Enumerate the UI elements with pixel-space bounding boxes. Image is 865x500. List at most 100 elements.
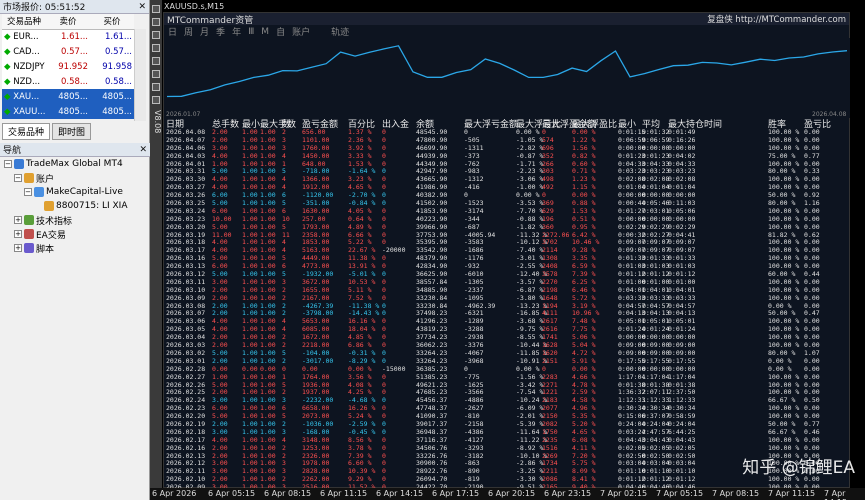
ask-cell: 91.958 — [102, 61, 132, 72]
period-menu-item[interactable]: 月 — [200, 25, 209, 38]
tree-item[interactable]: − 账户 — [4, 171, 150, 185]
navigator-tree: − TradeMax Global MT4− 账户 − MakeCapital-Live… — [0, 157, 150, 255]
period-menu-item[interactable]: 自 — [276, 25, 285, 38]
scripts-icon — [24, 243, 34, 253]
time-axis-label: 6 Apr 05:15 — [208, 489, 256, 498]
tab-symbols[interactable]: 交易品种 — [2, 123, 51, 140]
mtcommander-panel: MTCommander资管 复盘侠 http://MTCommander.com… — [163, 12, 850, 500]
indicators-icon — [24, 215, 34, 225]
panel-title: MTCommander资管 — [167, 15, 254, 26]
market-watch-table: 交易品种 卖价 买价 ◆ EUR... 1.61... 1.61... ◆ CAD... 0… — [2, 14, 134, 119]
tab-tick-chart[interactable]: 即时图 — [52, 123, 92, 140]
close-icon[interactable]: ✕ — [138, 2, 146, 12]
market-watch-col-1[interactable]: 卖价 — [46, 14, 90, 30]
channel-tool-icon[interactable] — [152, 70, 160, 78]
chart-window-title: XAUUSD.s,M15 — [164, 2, 225, 11]
time-axis-label: 6 Apr 23:15 — [544, 489, 592, 498]
panel-header: MTCommander资管 复盘侠 http://MTCommander.com — [164, 13, 849, 26]
market-watch-row[interactable]: ◆ XAUU... 4805... 4805... — [2, 104, 134, 119]
time-axis-label: 7 Apr 14:15 — [824, 489, 847, 500]
equity-chart-bg — [164, 38, 850, 118]
expand-toggle-icon[interactable]: − — [24, 188, 32, 196]
left-panel: 市场报价: 05:51:52 ✕ 交易品种 卖价 买价 ◆ EUR... 1.61..… — [0, 0, 150, 500]
market-watch-row[interactable]: ◆ EUR... 1.61... 1.61... — [2, 29, 134, 44]
tree-item-label: 脚本 — [36, 244, 55, 255]
symbol-cell: ◆ NZD... — [2, 74, 46, 89]
market-watch-row[interactable]: ◆ NZD... 0.58... 0.58... — [2, 74, 134, 89]
time-axis-label: 6 Apr 08:15 — [264, 489, 312, 498]
market-watch-tabs: 交易品种 即时图 — [2, 123, 92, 140]
panel-link[interactable]: 复盘侠 http://MTCommander.com — [707, 13, 846, 25]
market-watch-row[interactable]: ◆ CAD... 0.57... 0.57... — [2, 44, 134, 59]
time-axis-label: 6 Apr 14:15 — [376, 489, 424, 498]
period-menu-item[interactable]: 季 — [216, 25, 225, 38]
watermark: 知乎 @锦鲤EA — [742, 458, 855, 478]
period-menu-item[interactable]: 年 — [232, 25, 241, 38]
arrow-up-icon: ◆ — [4, 46, 11, 57]
expand-toggle-icon[interactable]: + — [14, 244, 22, 252]
symbol-cell: ◆ CAD... — [2, 44, 46, 59]
expand-toggle-icon[interactable]: − — [14, 174, 22, 182]
user-icon — [44, 201, 54, 211]
time-axis-label: 6 Apr 17:15 — [432, 489, 480, 498]
navigator-titlebar: 导航 ✕ — [0, 143, 150, 157]
symbol-cell: ◆ EUR... — [2, 29, 46, 44]
symbol-cell: ◆ XAUU... — [2, 104, 46, 119]
market-watch-title: 市场报价: 05:51:52 — [3, 3, 86, 13]
equity-curve-chart: 2026.01.07 2026.04.08 — [164, 38, 850, 118]
symbol-name: NZDJPY — [13, 61, 45, 72]
period-menu-item[interactable]: 周 — [184, 25, 193, 38]
crosshair-tool-icon[interactable] — [152, 18, 160, 26]
symbol-cell: ◆ NZDJPY — [2, 59, 46, 74]
period-menu-item[interactable]: 日 — [168, 25, 177, 38]
bid-cell: 4805... — [58, 91, 88, 102]
trend-tool-icon[interactable] — [152, 57, 160, 65]
period-menu-item[interactable]: 轨迹 — [331, 25, 349, 38]
symbol-name: XAUU... — [13, 106, 46, 117]
bid-cell: 91.952 — [58, 61, 88, 72]
stats-table-body: 2026.04.08 2.00 1.00 1.00 2 656.00 1.37 % 0 4854… — [164, 128, 850, 500]
symbol-name: XAU... — [13, 91, 40, 102]
period-menu: 日周月季年 Ⅲ M 自账户 轨迹 — [164, 25, 849, 39]
symbol-name: CAD... — [13, 46, 40, 57]
period-menu-item[interactable]: M — [261, 27, 269, 37]
tree-item-label: TradeMax Global MT4 — [26, 159, 123, 169]
arrow-up-icon: ◆ — [4, 91, 11, 102]
bid-cell: 1.61... — [60, 31, 88, 42]
expand-toggle-icon[interactable]: + — [14, 230, 22, 238]
tree-item[interactable]: − TradeMax Global MT4 — [4, 157, 150, 171]
market-watch-row[interactable]: ◆ NZDJPY 91.952 91.958 — [2, 59, 134, 74]
market-watch-titlebar: 市场报价: 05:51:52 ✕ — [0, 0, 149, 14]
close-icon[interactable]: ✕ — [139, 145, 147, 155]
version-label: V8.08 — [153, 110, 162, 134]
fib-tool-icon[interactable] — [152, 83, 160, 91]
terminal-icon — [14, 159, 24, 169]
line-tool-icon[interactable] — [152, 31, 160, 39]
tree-item[interactable]: 8800715: LI XIA — [4, 199, 150, 213]
hline-tool-icon[interactable] — [152, 44, 160, 52]
market-watch-row[interactable]: ◆ XAU... 4805... 4805... — [2, 89, 134, 104]
expand-toggle-icon[interactable]: − — [4, 160, 12, 168]
tree-item[interactable]: + EA交易 — [4, 227, 150, 241]
time-axis-label: 7 Apr 02:15 — [600, 489, 648, 498]
cursor-tool-icon[interactable] — [152, 5, 160, 13]
bid-cell: 0.58... — [60, 76, 88, 87]
chart-window[interactable]: XAUUSD.s,M15 MTCommander资管 复盘侠 http://MT… — [150, 0, 865, 500]
period-menu-item[interactable]: 账户 — [292, 25, 310, 38]
expand-toggle-icon[interactable]: + — [14, 216, 22, 224]
tree-item[interactable]: − MakeCapital-Live — [4, 185, 150, 199]
time-axis-label: 6 Apr 20:15 — [488, 489, 536, 498]
tree-item[interactable]: + 技术指标 — [4, 213, 150, 227]
symbol-name: NZD... — [13, 76, 41, 87]
market-watch-col-0[interactable]: 交易品种 — [2, 14, 46, 30]
market-watch-col-2[interactable]: 买价 — [90, 14, 134, 30]
accounts-icon — [24, 173, 34, 183]
arrow-up-icon: ◆ — [4, 106, 11, 117]
period-menu-item[interactable]: Ⅲ — [248, 27, 254, 37]
tree-item[interactable]: + 脚本 — [4, 241, 150, 255]
text-tool-icon[interactable] — [152, 96, 160, 104]
arrow-up-icon: ◆ — [4, 31, 11, 42]
market-watch-scrollbar[interactable] — [134, 29, 146, 121]
arrow-up-icon: ◆ — [4, 76, 11, 87]
tree-item-label: 技术指标 — [36, 216, 73, 227]
